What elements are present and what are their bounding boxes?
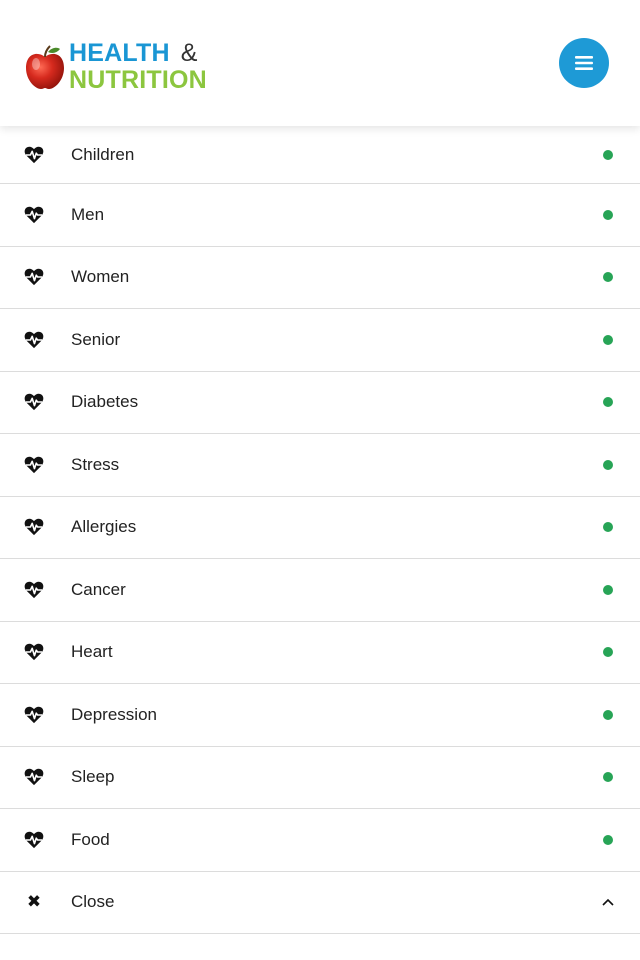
menu-item-label: Food bbox=[71, 829, 110, 849]
status-dot bbox=[603, 772, 613, 783]
menu-toggle-button[interactable] bbox=[559, 38, 609, 88]
heartbeat-icon bbox=[23, 830, 45, 850]
heartbeat-icon bbox=[23, 580, 45, 600]
menu-item-diabetes[interactable]: Diabetes bbox=[0, 372, 640, 434]
heartbeat-icon bbox=[23, 517, 45, 537]
menu-item-label: Women bbox=[71, 267, 130, 287]
status-dot bbox=[603, 522, 613, 533]
menu-item-label: Heart bbox=[71, 642, 113, 662]
nav-menu: Children Men Women Senior Diabetes Stress Alle… bbox=[0, 126, 640, 934]
logo-nutrition-text: NUTRITION bbox=[69, 66, 207, 94]
status-dot bbox=[603, 209, 613, 220]
menu-item-food[interactable]: Food bbox=[0, 809, 640, 872]
site-header: HEALTH & NUTRITION bbox=[0, 0, 640, 126]
heartbeat-icon bbox=[23, 145, 45, 165]
status-dot bbox=[603, 834, 613, 845]
heartbeat-icon bbox=[23, 642, 45, 662]
chevron-up-icon bbox=[602, 899, 614, 906]
menu-item-label: Men bbox=[71, 204, 105, 224]
heartbeat-icon bbox=[23, 205, 45, 225]
menu-close-item[interactable]: ✖ Close bbox=[0, 872, 640, 934]
menu-item-label: Children bbox=[71, 144, 135, 164]
hamburger-icon bbox=[575, 56, 593, 70]
close-icon: ✖ bbox=[26, 892, 42, 912]
status-dot bbox=[603, 584, 613, 595]
status-dot bbox=[603, 149, 613, 160]
menu-item-heart[interactable]: Heart bbox=[0, 622, 640, 684]
menu-item-sleep[interactable]: Sleep bbox=[0, 747, 640, 809]
status-dot bbox=[603, 459, 613, 470]
apple-logo-icon bbox=[26, 45, 64, 89]
status-dot bbox=[603, 334, 613, 345]
menu-item-depression[interactable]: Depression bbox=[0, 684, 640, 747]
menu-item-label: Sleep bbox=[71, 767, 115, 787]
menu-item-label: Diabetes bbox=[71, 392, 139, 412]
menu-item-senior[interactable]: Senior bbox=[0, 309, 640, 372]
menu-item-stress[interactable]: Stress bbox=[0, 434, 640, 497]
logo-ampersand: & bbox=[180, 39, 198, 67]
status-dot bbox=[603, 647, 613, 658]
menu-item-children[interactable]: Children bbox=[0, 126, 640, 184]
status-dot bbox=[603, 397, 613, 408]
menu-item-allergies[interactable]: Allergies bbox=[0, 497, 640, 559]
logo-health-text: HEALTH bbox=[69, 39, 170, 67]
heartbeat-icon bbox=[23, 330, 45, 350]
menu-item-women[interactable]: Women bbox=[0, 247, 640, 309]
menu-item-label: Depression bbox=[71, 704, 157, 724]
heartbeat-icon bbox=[23, 392, 45, 412]
heartbeat-icon bbox=[23, 455, 45, 475]
status-dot bbox=[603, 709, 613, 720]
menu-item-label: Cancer bbox=[71, 579, 126, 599]
heartbeat-icon bbox=[23, 767, 45, 787]
menu-item-cancer[interactable]: Cancer bbox=[0, 559, 640, 622]
heartbeat-icon bbox=[23, 705, 45, 725]
menu-item-label: Stress bbox=[71, 454, 120, 474]
status-dot bbox=[603, 272, 613, 283]
menu-item-men[interactable]: Men bbox=[0, 184, 640, 247]
menu-item-label: Senior bbox=[71, 329, 121, 349]
menu-item-label: Allergies bbox=[71, 517, 137, 537]
site-logo[interactable]: HEALTH & NUTRITION bbox=[24, 41, 207, 93]
heartbeat-icon bbox=[23, 267, 45, 287]
close-label: Close bbox=[71, 892, 115, 912]
